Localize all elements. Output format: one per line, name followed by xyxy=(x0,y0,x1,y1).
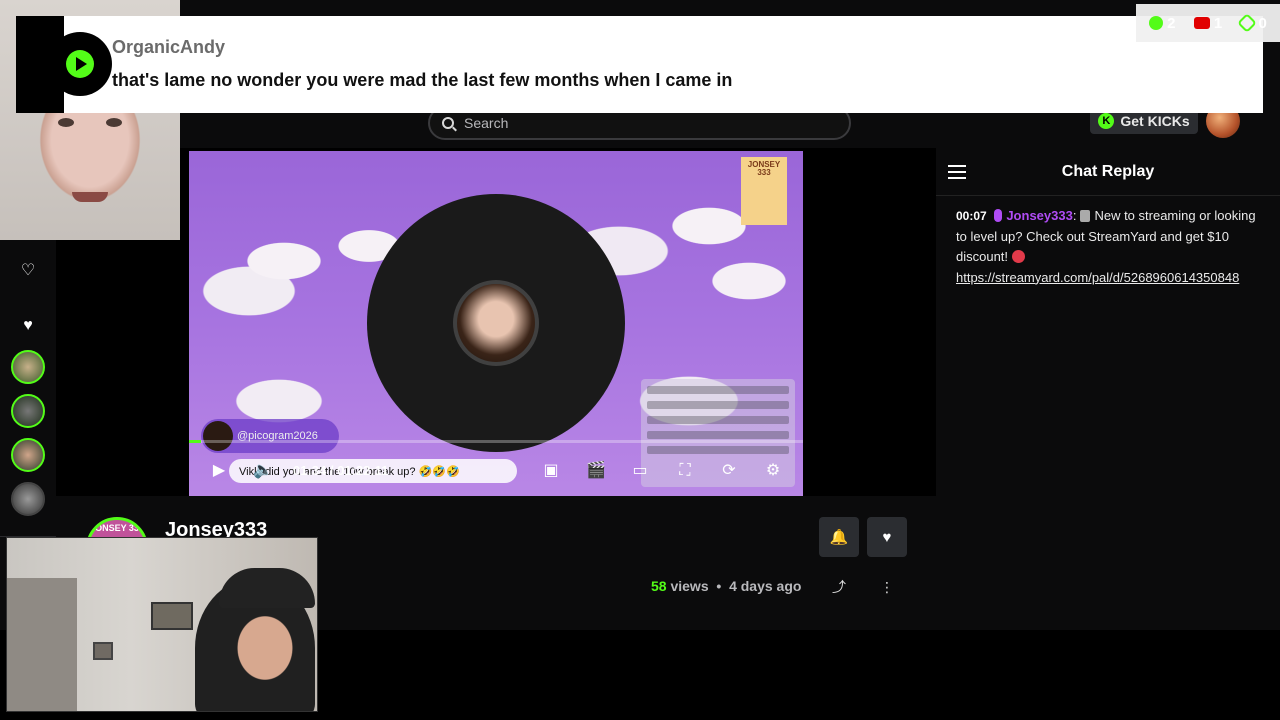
time-display: 01:34 / 01:22:11 xyxy=(293,463,389,478)
chat-timestamp: 00:07 xyxy=(956,209,987,223)
link-icon xyxy=(1237,13,1258,33)
kick-count: 2 xyxy=(1167,14,1176,32)
microphone-badge-icon xyxy=(994,209,1003,222)
search-icon xyxy=(442,117,454,129)
settings-gear-icon[interactable]: ⚙ xyxy=(763,461,783,481)
followed-channel-avatar[interactable] xyxy=(11,350,45,384)
clip-icon[interactable]: 🎬 xyxy=(586,461,606,481)
webcam-eye xyxy=(58,118,74,127)
notification-bell-button[interactable]: 🔔 xyxy=(819,517,859,557)
search-placeholder: Search xyxy=(464,115,509,131)
views-label: views xyxy=(670,578,709,594)
viewer-counters: 2 1 0 xyxy=(1136,4,1280,42)
kick-coin-icon: K xyxy=(1098,113,1115,129)
chat-header: Chat Replay xyxy=(936,148,1280,196)
heart-eyes-emoji-icon xyxy=(1011,250,1025,263)
progress-bar[interactable] xyxy=(189,440,803,443)
views-count: 58 xyxy=(651,578,667,594)
vinyl-label xyxy=(453,280,539,366)
followed-channel-avatar[interactable] xyxy=(11,394,45,428)
kick-icon xyxy=(1149,16,1164,30)
wall-picture xyxy=(93,642,113,660)
link-counter: 0 xyxy=(1237,13,1267,33)
chat-title: Chat Replay xyxy=(1061,163,1155,180)
chat-username[interactable]: Jonsey333 xyxy=(1006,208,1073,223)
video-age: 4 days ago xyxy=(729,578,802,594)
channel-logo-badge: JONSEY 333 xyxy=(741,157,787,225)
chat-link[interactable]: https://streamyard.com/pal/d/52689606143… xyxy=(956,270,1239,285)
webcam-overlay-bottom xyxy=(6,537,318,712)
volume-icon[interactable]: 🔈 xyxy=(253,461,273,481)
get-kicks-label: Get KICKs xyxy=(1120,113,1190,129)
player-controls: ▶ 🔈 01:34 / 01:22:11 ▣ 🎬 ▭ ⛶ ⟳ ⚙ xyxy=(189,447,803,493)
chat-message: 00:07 Jonsey333: New to streaming or look… xyxy=(956,208,1256,285)
toast-message: that's lame no wonder you were mad the l… xyxy=(112,70,733,90)
wall-picture xyxy=(151,602,193,630)
heart-icon: ♥ xyxy=(882,528,892,546)
video-player[interactable]: JONSEY 333 @picogram2026 Vikki did you a… xyxy=(189,151,803,496)
follow-heart-button[interactable]: ♥ xyxy=(867,517,907,557)
stats-separator: • xyxy=(712,578,726,594)
theater-mode-icon[interactable]: ▭ xyxy=(630,461,650,481)
youtube-count: 1 xyxy=(1213,14,1223,32)
webcam-doorway xyxy=(7,578,77,711)
webcam-mouth xyxy=(72,192,108,202)
toast-author: OrganicAndy xyxy=(112,37,226,57)
video-stats: 58 views • 4 days ago xyxy=(651,578,801,594)
vinyl-portrait xyxy=(457,284,535,362)
webcam-cap xyxy=(219,568,315,608)
following-heart-icon[interactable]: ♥ xyxy=(20,318,36,334)
youtube-icon xyxy=(1193,17,1210,29)
kick-logo-icon xyxy=(48,32,112,96)
more-vertical-icon[interactable]: ⋮ xyxy=(878,578,896,596)
followed-channel-avatar[interactable] xyxy=(11,482,45,516)
progress-fill xyxy=(189,440,201,443)
robot-emoji-icon xyxy=(1080,210,1091,222)
play-icon[interactable]: ▶ xyxy=(209,461,229,481)
playback-speed-icon[interactable]: ⟳ xyxy=(719,461,739,481)
link-count: 0 xyxy=(1258,14,1267,32)
chat-alert-toast: OrganicAndy that's lame no wonder you we… xyxy=(16,16,1263,113)
miniplayer-icon[interactable]: ▣ xyxy=(541,461,561,481)
webcam-eye xyxy=(106,118,122,127)
share-icon[interactable]: ⤴ xyxy=(830,578,848,596)
kick-counter: 2 xyxy=(1149,14,1176,32)
fullscreen-icon[interactable]: ⛶ xyxy=(675,461,695,481)
followed-channel-avatar[interactable] xyxy=(11,438,45,472)
youtube-counter: 1 xyxy=(1193,14,1223,32)
vinyl-record-graphic xyxy=(367,194,625,452)
bell-icon: 🔔 xyxy=(829,529,849,546)
following-heart-outline-icon[interactable]: ♡ xyxy=(20,263,36,279)
chat-replay-panel: Chat Replay 00:07 Jonsey333: New to strea… xyxy=(936,148,1280,630)
